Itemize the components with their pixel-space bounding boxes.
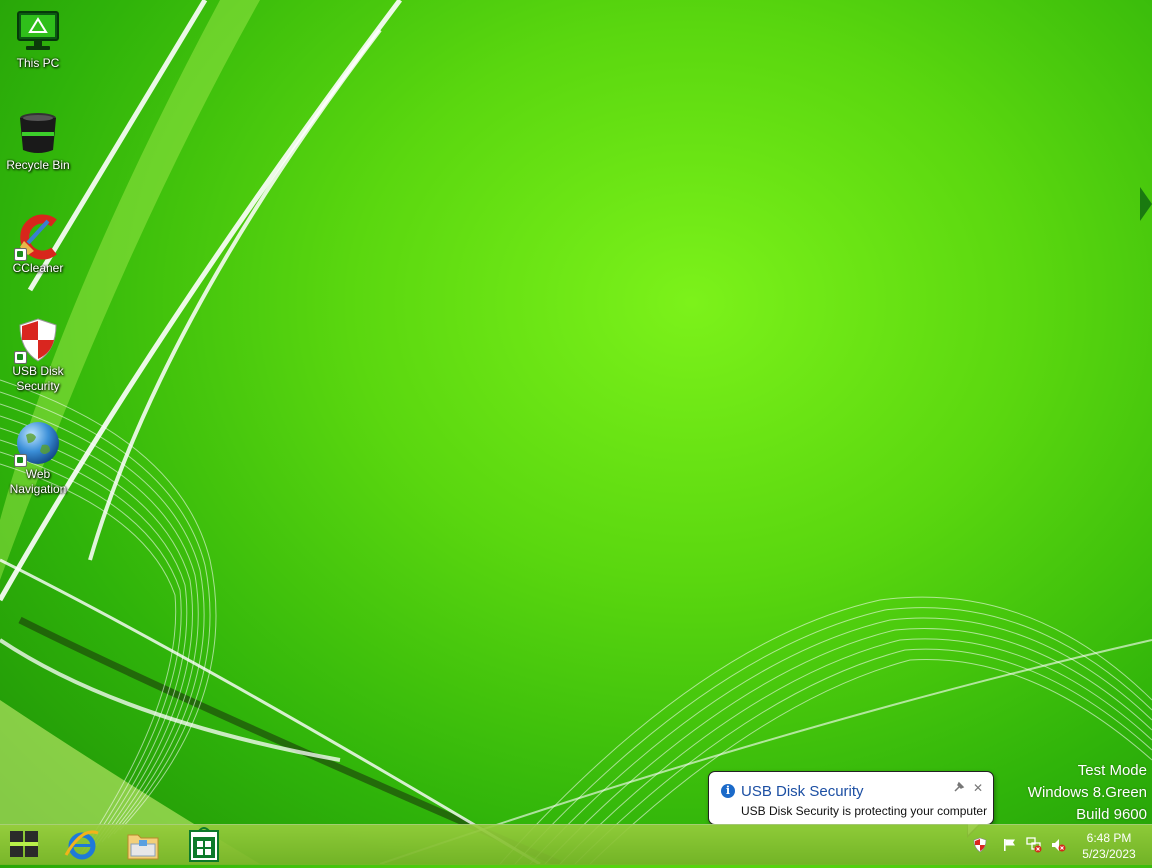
network-disconnected-icon[interactable] bbox=[1026, 837, 1042, 853]
notification-title: USB Disk Security bbox=[741, 783, 864, 800]
desktop-icon-recycle-bin[interactable]: Recycle Bin bbox=[4, 110, 72, 173]
recycle-bin-icon bbox=[14, 110, 62, 158]
desktop-icon-label: Web Navigation bbox=[9, 467, 67, 496]
notification-options-icon[interactable] bbox=[952, 781, 966, 795]
charms-edge-arrow-icon[interactable] bbox=[1140, 187, 1152, 221]
action-center-flag-icon[interactable] bbox=[1002, 837, 1018, 853]
file-explorer-button[interactable] bbox=[119, 827, 167, 863]
shield-icon bbox=[14, 316, 62, 364]
file-explorer-icon bbox=[127, 834, 159, 860]
volume-muted-icon[interactable] bbox=[1050, 837, 1066, 853]
globe-icon bbox=[14, 419, 62, 467]
desktop-wallpaper bbox=[0, 0, 1152, 864]
store-button[interactable] bbox=[180, 827, 228, 863]
desktop-icon-label: CCleaner bbox=[12, 261, 64, 275]
watermark-line-mode: Test Mode bbox=[1077, 762, 1147, 779]
watermark-line-edition: Windows 8.Green bbox=[1027, 784, 1147, 801]
shortcut-arrow-icon bbox=[14, 351, 27, 364]
desktop-icon-label: USB Disk Security bbox=[12, 364, 64, 393]
desktop-icon-label: This PC bbox=[16, 56, 60, 70]
clock-date: 5/23/2023 bbox=[1082, 847, 1136, 861]
store-icon bbox=[189, 827, 219, 862]
ccleaner-icon bbox=[14, 213, 62, 261]
watermark-line-build: Build 9600 bbox=[1076, 806, 1147, 823]
desktop-icon-ccleaner[interactable]: CCleaner bbox=[4, 213, 72, 276]
shortcut-arrow-icon bbox=[14, 248, 27, 261]
monitor-icon bbox=[14, 8, 62, 56]
taskbar-clock[interactable]: 6:48 PM 5/23/2023 bbox=[1074, 830, 1144, 862]
clock-time: 6:48 PM bbox=[1086, 831, 1132, 845]
notification-balloon[interactable]: i USB Disk Security USB Disk Security is… bbox=[708, 771, 994, 838]
info-icon: i bbox=[721, 784, 735, 798]
notification-close-icon[interactable]: ✕ bbox=[971, 781, 985, 795]
usb-disk-security-tray-icon[interactable] bbox=[972, 837, 988, 853]
desktop-icon-usb-disk-security[interactable]: USB Disk Security bbox=[4, 316, 72, 394]
notification-message: USB Disk Security is protecting your com… bbox=[741, 804, 988, 818]
start-button[interactable] bbox=[0, 827, 48, 863]
desktop-icon-this-pc[interactable]: This PC bbox=[4, 8, 72, 71]
desktop-icon-label: Recycle Bin bbox=[6, 158, 70, 172]
internet-explorer-button[interactable] bbox=[58, 827, 106, 863]
shortcut-arrow-icon bbox=[14, 454, 27, 467]
desktop-icon-web-navigation[interactable]: Web Navigation bbox=[4, 419, 72, 497]
start-icon bbox=[10, 831, 38, 857]
test-mode-watermark: Test Mode Windows 8.Green Build 9600 bbox=[1028, 760, 1147, 826]
taskbar: 6:48 PM 5/23/2023 bbox=[0, 824, 1152, 865]
internet-explorer-icon bbox=[64, 830, 99, 860]
